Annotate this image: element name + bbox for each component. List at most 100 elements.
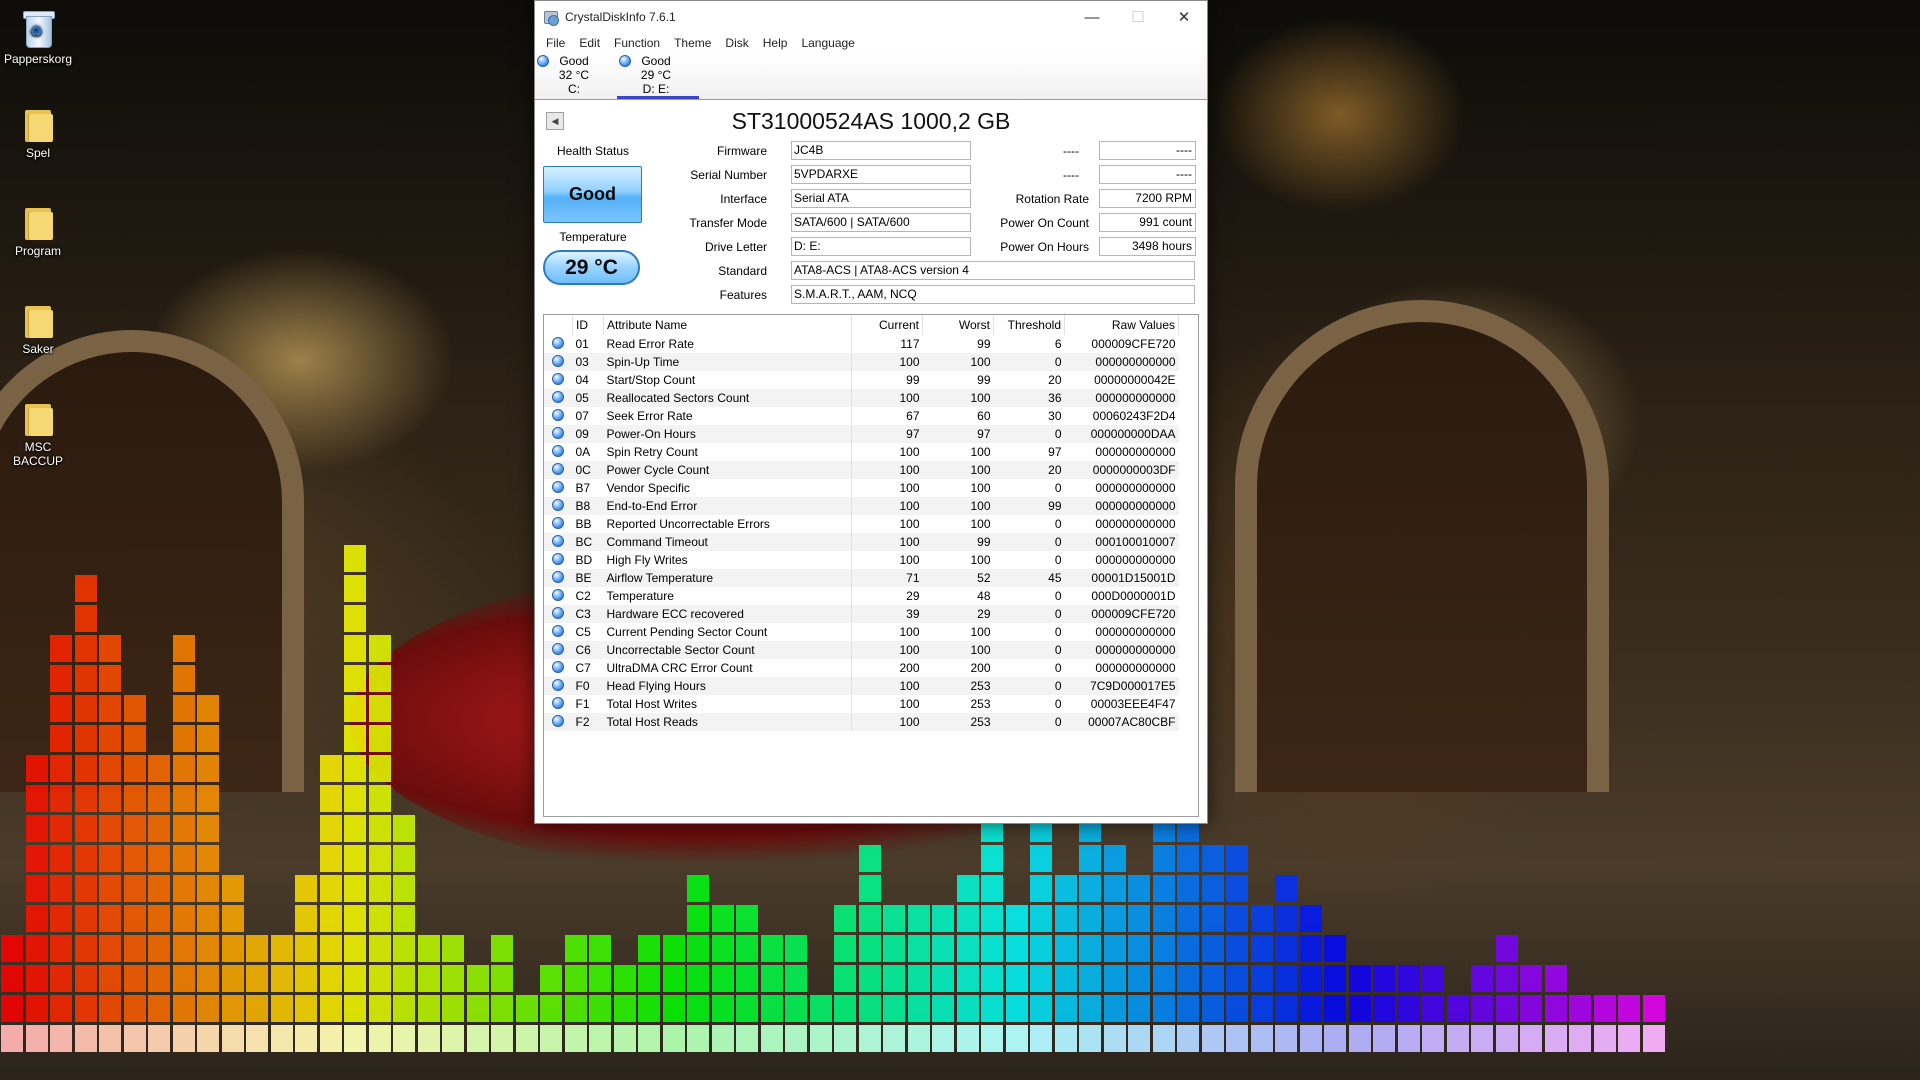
attribute-worst: 52: [922, 569, 994, 587]
table-row[interactable]: C7 UltraDMA CRC Error Count 200 200 0 0000000…: [544, 659, 1179, 677]
menu-language[interactable]: Language: [794, 36, 861, 50]
attribute-id: F2: [572, 713, 604, 731]
attribute-threshold: 0: [993, 533, 1065, 551]
table-row[interactable]: B8 End-to-End Error 100 100 99 000000000000: [544, 497, 1179, 515]
status-good-icon: [552, 678, 565, 691]
menu-function[interactable]: Function: [607, 36, 667, 50]
status-cell: [544, 695, 573, 713]
temperature-display: 29 °C: [543, 250, 640, 285]
status-good-icon: [552, 372, 565, 385]
attribute-threshold: 20: [1048, 373, 1062, 387]
table-row[interactable]: 05 Reallocated Sectors Count 100 100 36 00000…: [544, 389, 1179, 407]
menu-help[interactable]: Help: [756, 36, 795, 50]
power-on-hours-label: Power On Hours: [1000, 240, 1089, 254]
table-row[interactable]: F2 Total Host Reads 100 253 0 00007AC80CBF: [544, 713, 1179, 731]
disk-tab-c[interactable]: Good 32 °C C:: [535, 53, 617, 99]
attribute-raw-value: 000000000000: [1095, 661, 1176, 675]
table-row[interactable]: F0 Head Flying Hours 100 253 0 7C9D000017E5: [544, 677, 1179, 695]
attribute-worst: 29: [922, 605, 994, 623]
attribute-raw-value: 00000000042E: [1094, 373, 1176, 387]
attribute-raw-value: 000000000000: [1095, 445, 1176, 459]
attribute-threshold: 0: [1054, 661, 1062, 675]
table-row[interactable]: BB Reported Uncorrectable Errors 100 100 0 00…: [544, 515, 1179, 533]
table-row[interactable]: 07 Seek Error Rate 67 60 30 00060243F2D4: [544, 407, 1179, 425]
table-row[interactable]: F1 Total Host Writes 100 253 0 00003EEE4F47: [544, 695, 1179, 713]
status-good-icon: [552, 606, 565, 619]
table-row[interactable]: 0C Power Cycle Count 100 100 20 0000000003DF: [544, 461, 1179, 479]
status-cell: [544, 371, 573, 389]
menu-file[interactable]: File: [539, 36, 572, 50]
table-row[interactable]: 04 Start/Stop Count 99 99 20 00000000042E: [544, 371, 1179, 389]
close-button[interactable]: ✕: [1161, 1, 1207, 33]
attribute-threshold: 0: [1054, 697, 1062, 711]
attribute-current: 200: [899, 661, 920, 675]
table-row[interactable]: 0A Spin Retry Count 100 100 97 000000000000: [544, 443, 1179, 461]
maximize-button[interactable]: ☐: [1115, 1, 1161, 33]
table-row[interactable]: BD High Fly Writes 100 100 0 000000000000: [544, 551, 1179, 569]
standard-field: ATA8-ACS | ATA8-ACS version 4: [791, 261, 1195, 280]
attribute-worst: 100: [970, 553, 991, 567]
attribute-current: 100: [851, 353, 923, 371]
table-row[interactable]: BE Airflow Temperature 71 52 45 00001D15001D: [544, 569, 1179, 587]
desktop-icon-program[interactable]: Program: [2, 206, 74, 258]
attribute-current: 100: [899, 481, 920, 495]
attribute-name: Start/Stop Count: [603, 371, 852, 389]
column-header-id[interactable]: ID: [572, 315, 604, 335]
folder-icon: [23, 206, 53, 240]
minimize-button[interactable]: —: [1069, 1, 1115, 33]
attribute-name: Head Flying Hours: [603, 677, 852, 695]
attribute-worst: 99: [977, 373, 991, 387]
desktop-icon-msc-baccup[interactable]: MSC BACCUP: [2, 402, 74, 468]
disk-tab-temp: 32 °C: [558, 68, 590, 82]
disk-tab-d-e[interactable]: Good 29 °C D: E:: [617, 53, 699, 99]
attribute-name: Airflow Temperature: [603, 569, 852, 587]
table-row[interactable]: B7 Vendor Specific 100 100 0 000000000000: [544, 479, 1179, 497]
status-good-icon: [552, 714, 565, 727]
table-row[interactable]: 09 Power-On Hours 97 97 0 000000000DAA: [544, 425, 1179, 443]
table-header-row: ID Attribute Name Current Worst Threshol…: [544, 315, 1179, 335]
desktop-icon-spel[interactable]: Spel: [2, 108, 74, 160]
column-header-worst[interactable]: Worst: [922, 315, 994, 335]
attribute-threshold: 0: [993, 605, 1065, 623]
table-row[interactable]: C2 Temperature 29 48 0 000D0000001D: [544, 587, 1179, 605]
table-row[interactable]: 03 Spin-Up Time 100 100 0 000000000000: [544, 353, 1179, 371]
extra-info-label-1: ----: [1063, 144, 1079, 158]
temperature-label: Temperature: [559, 230, 627, 244]
attribute-current: 100: [851, 497, 923, 515]
column-header-current[interactable]: Current: [851, 315, 923, 335]
table-row[interactable]: 01 Read Error Rate 117 99 6 000009CFE720: [544, 335, 1179, 353]
menu-edit[interactable]: Edit: [572, 36, 607, 50]
attribute-id: 03: [572, 353, 604, 371]
attribute-worst: 99: [977, 337, 991, 351]
menu-theme[interactable]: Theme: [667, 36, 718, 50]
attribute-id: F0: [572, 677, 604, 695]
attribute-threshold: 99: [993, 497, 1065, 515]
desktop-icon-saker[interactable]: Saker: [2, 304, 74, 356]
status-cell: [544, 353, 573, 371]
column-header-raw-values[interactable]: Raw Values: [1064, 315, 1179, 335]
smart-attributes-table[interactable]: ID Attribute Name Current Worst Threshol…: [543, 314, 1199, 817]
menu-disk[interactable]: Disk: [718, 36, 755, 50]
attribute-threshold: 0: [993, 641, 1065, 659]
column-header-threshold[interactable]: Threshold: [993, 315, 1065, 335]
attribute-raw-value: 0000000003DF: [1064, 461, 1179, 479]
attribute-name: High Fly Writes: [603, 551, 852, 569]
health-status-button[interactable]: Good: [543, 166, 642, 223]
attribute-threshold: 0: [993, 425, 1065, 443]
table-row[interactable]: C3 Hardware ECC recovered 39 29 0 000009CFE72…: [544, 605, 1179, 623]
table-row[interactable]: BC Command Timeout 100 99 0 000100010007: [544, 533, 1179, 551]
table-row[interactable]: C6 Uncorrectable Sector Count 100 100 0 00000…: [544, 641, 1179, 659]
desktop-icon-recycle-bin[interactable]: ♻ Papperskorg: [2, 8, 74, 66]
attribute-worst: 100: [970, 625, 991, 639]
status-good-icon: [552, 426, 565, 439]
status-cell: [544, 335, 573, 353]
attribute-raw-value: 000000000000: [1064, 353, 1179, 371]
attribute-raw-value: 000000000000: [1064, 497, 1179, 515]
wallpaper-arch-right: [1235, 300, 1609, 792]
status-good-icon: [552, 624, 565, 637]
attribute-worst: 253: [970, 697, 991, 711]
column-header-status[interactable]: [544, 315, 573, 335]
title-bar[interactable]: CrystalDiskInfo 7.6.1 — ☐ ✕: [535, 1, 1207, 33]
table-row[interactable]: C5 Current Pending Sector Count 100 100 0 000…: [544, 623, 1179, 641]
column-header-attribute-name[interactable]: Attribute Name: [603, 315, 852, 335]
